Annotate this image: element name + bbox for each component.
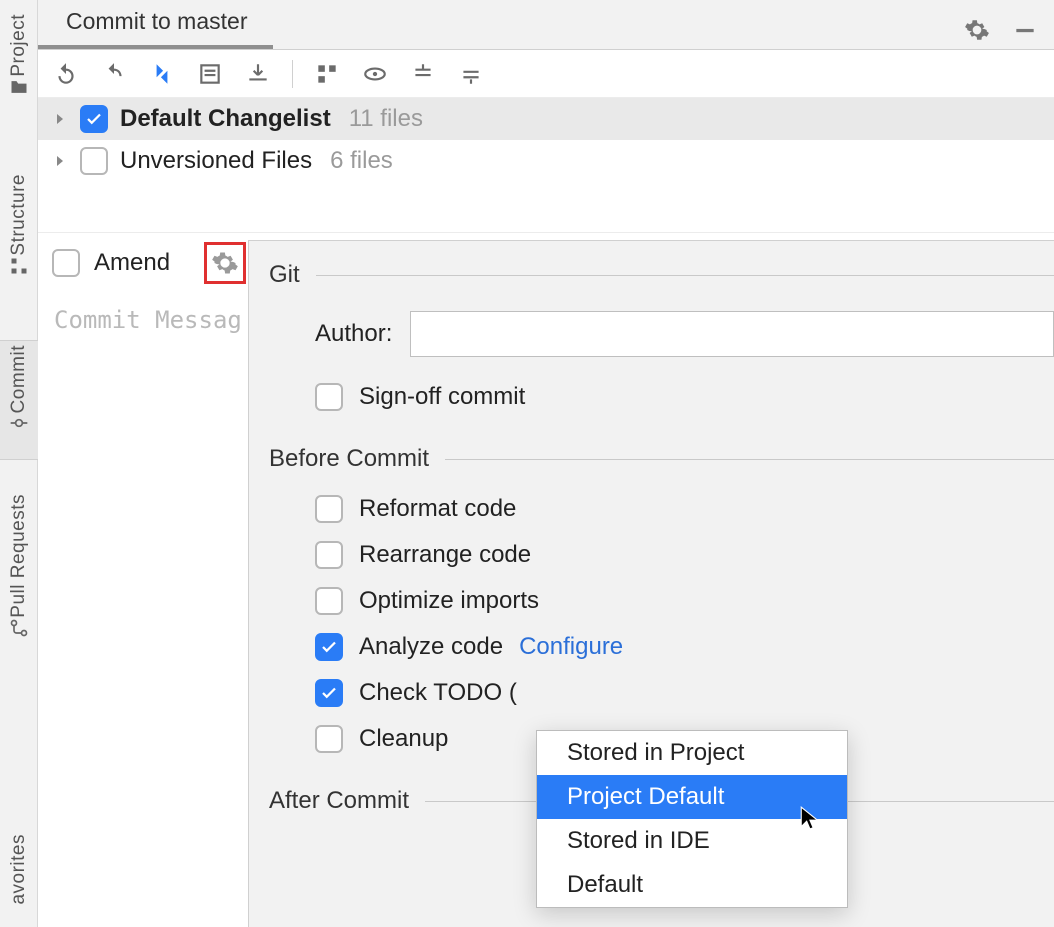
option-label: Sign-off commit <box>359 383 525 411</box>
sidebar-item-label: Structure <box>8 174 30 256</box>
sidebar-item-label: Pull Requests <box>8 494 30 618</box>
changelist-count: 6 files <box>330 147 393 175</box>
changelist-button[interactable] <box>196 60 224 88</box>
option-label: Cleanup <box>359 725 448 753</box>
diff-button[interactable] <box>148 60 176 88</box>
shelve-button[interactable] <box>244 60 272 88</box>
cursor-icon <box>798 805 824 831</box>
sidebar-item-project[interactable]: Project <box>0 10 38 120</box>
commit-icon <box>9 413 29 433</box>
checkbox[interactable] <box>315 679 343 707</box>
checkbox[interactable] <box>80 147 108 175</box>
amend-checkbox[interactable] <box>52 249 80 277</box>
hide-icon[interactable] <box>1012 17 1038 43</box>
separator <box>292 60 293 88</box>
commit-options-button[interactable] <box>204 242 246 284</box>
sidebar-item-label: Commit <box>8 345 30 413</box>
chevron-right-icon <box>52 153 68 169</box>
expand-button[interactable] <box>409 60 437 88</box>
pull-request-icon <box>9 618 29 638</box>
option-label: Rearrange code <box>359 541 531 569</box>
option-todo[interactable]: Check TODO ( <box>315 679 1054 707</box>
collapse-button[interactable] <box>457 60 485 88</box>
option-label: Reformat code <box>359 495 516 523</box>
checkbox[interactable] <box>315 541 343 569</box>
dropdown-item[interactable]: Default <box>537 863 847 907</box>
sidebar-item-commit[interactable]: Commit <box>0 340 38 460</box>
tabbar: Commit to master <box>38 0 1054 50</box>
section-before-commit: Before Commit <box>269 445 1054 473</box>
changelist-unversioned[interactable]: Unversioned Files 6 files <box>38 140 1054 182</box>
option-label: Optimize imports <box>359 587 539 615</box>
tab-commit[interactable]: Commit to master <box>38 0 273 49</box>
option-label: Check TODO ( <box>359 679 517 707</box>
option-rearrange[interactable]: Rearrange code <box>315 541 1054 569</box>
dropdown-item[interactable]: Stored in Project <box>537 731 847 775</box>
option-optimize[interactable]: Optimize imports <box>315 587 1054 615</box>
rollback-button[interactable] <box>100 60 128 88</box>
changelist-label: Default Changelist <box>120 105 331 133</box>
checkbox[interactable] <box>315 725 343 753</box>
commit-message-placeholder: Commit Messag <box>54 306 242 334</box>
changes-tree: Default Changelist 11 files Unversioned … <box>38 98 1054 182</box>
section-git: Git <box>269 261 1054 289</box>
view-button[interactable] <box>361 60 389 88</box>
sidebar-item-label: avorites <box>8 834 30 905</box>
author-input[interactable] <box>410 311 1054 357</box>
author-row: Author: <box>315 311 1054 357</box>
checkbox[interactable] <box>315 633 343 661</box>
checkbox[interactable] <box>315 587 343 615</box>
changelist-count: 11 files <box>349 105 423 133</box>
option-reformat[interactable]: Reformat code <box>315 495 1054 523</box>
folder-icon <box>9 77 29 97</box>
tab-label: Commit to master <box>66 8 247 34</box>
checkbox[interactable] <box>315 383 343 411</box>
option-label: Analyze code <box>359 633 503 661</box>
amend-label: Amend <box>94 249 170 277</box>
structure-icon <box>9 256 29 276</box>
gear-icon <box>211 249 239 277</box>
option-analyze[interactable]: Analyze code Configure <box>315 633 1054 661</box>
option-signoff[interactable]: Sign-off commit <box>315 383 1054 411</box>
checkbox[interactable] <box>80 105 108 133</box>
refresh-button[interactable] <box>52 60 80 88</box>
checkbox[interactable] <box>315 495 343 523</box>
sidebar-item-structure[interactable]: Structure <box>0 170 38 310</box>
settings-icon[interactable] <box>964 17 990 43</box>
sidebar-item-favorites[interactable]: avorites <box>0 830 38 925</box>
section-label: After Commit <box>269 787 409 815</box>
configure-link[interactable]: Configure <box>519 633 623 661</box>
sidebar-item-pull-requests[interactable]: Pull Requests <box>0 490 38 690</box>
changelist-default[interactable]: Default Changelist 11 files <box>38 98 1054 140</box>
sidebar-item-label: Project <box>8 14 30 77</box>
section-label: Git <box>269 261 300 289</box>
chevron-right-icon <box>52 111 68 127</box>
commit-toolbar <box>38 50 1054 98</box>
group-button[interactable] <box>313 60 341 88</box>
changelist-label: Unversioned Files <box>120 147 312 175</box>
section-label: Before Commit <box>269 445 429 473</box>
author-label: Author: <box>315 320 392 348</box>
